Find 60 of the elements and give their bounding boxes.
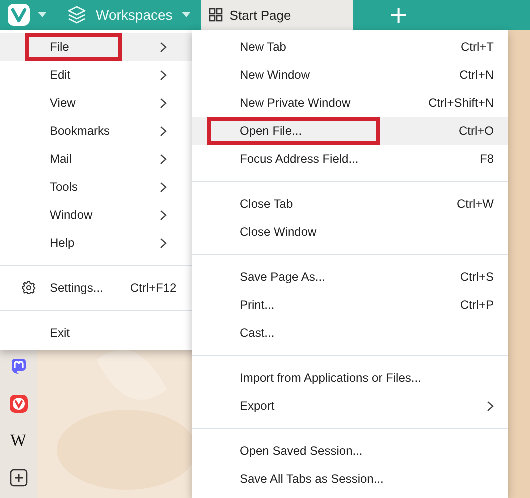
- menu-item[interactable]: Open File... Ctrl+O: [192, 117, 508, 145]
- panel-button[interactable]: W: [10, 432, 27, 450]
- menu-item[interactable]: Cast...: [192, 319, 508, 347]
- menu-item[interactable]: New Tab Ctrl+T: [192, 33, 508, 61]
- menu-label: View: [49, 96, 77, 110]
- menu-item[interactable]: Close Window: [192, 218, 508, 246]
- menu-label: Settings...: [49, 281, 104, 295]
- menu-label: Print...: [240, 298, 275, 312]
- browser-tab[interactable]: Start Page: [200, 0, 353, 30]
- menu-label: Save Page As...: [240, 270, 326, 284]
- menu-label: Bookmarks: [49, 124, 112, 138]
- shortcut-label: F8: [480, 152, 494, 166]
- menu-item[interactable]: File: [0, 33, 192, 61]
- menu-item[interactable]: Close Tab Ctrl+W: [192, 190, 508, 218]
- shortcut-label: Ctrl+N: [460, 68, 494, 82]
- menu-label: New Private Window: [240, 96, 351, 110]
- menu-item[interactable]: Open Saved Session...: [192, 437, 508, 465]
- menu-label: File: [49, 40, 70, 54]
- menu-item[interactable]: New Window Ctrl+N: [192, 61, 508, 89]
- shortcut-label: Ctrl+W: [457, 197, 494, 211]
- shortcut-label: Ctrl+F12: [130, 281, 177, 295]
- menu-label: Open Saved Session...: [240, 444, 363, 458]
- menu-label: New Tab: [240, 40, 286, 54]
- menu-item[interactable]: Import from Applications or Files...: [192, 364, 508, 392]
- menu-item[interactable]: Export: [192, 392, 508, 420]
- shortcut-label: Ctrl+P: [460, 298, 494, 312]
- menu-item[interactable]: Exit: [0, 319, 192, 347]
- menu-label: Save All Tabs as Session...: [240, 472, 384, 486]
- tab-title: Start Page: [230, 8, 292, 22]
- menu-label: Help: [49, 236, 76, 250]
- menu-item[interactable]: Save Page As... Ctrl+S: [192, 263, 508, 291]
- menu-label: Edit: [49, 68, 72, 82]
- shortcut-label: Ctrl+O: [458, 124, 494, 138]
- menu-label: Open File...: [240, 124, 302, 138]
- menu-label: Close Tab: [240, 197, 294, 211]
- menu-item[interactable]: Mail: [0, 145, 192, 173]
- menu-item[interactable]: Edit: [0, 61, 192, 89]
- menu-label: Cast...: [240, 326, 275, 340]
- menu-label: Exit: [49, 326, 72, 340]
- menu-item[interactable]: New Private Window Ctrl+Shift+N: [192, 89, 508, 117]
- menu-item[interactable]: View: [0, 89, 192, 117]
- menu-label: Import from Applications or Files...: [240, 371, 422, 385]
- menu-label: Tools: [49, 180, 80, 194]
- shortcut-label: Ctrl+Shift+N: [428, 96, 494, 110]
- menu-item[interactable]: Focus Address Field... F8: [192, 145, 508, 173]
- menu-item[interactable]: Save All Tabs as Session...: [192, 465, 508, 493]
- menu-item[interactable]: Print... Ctrl+P: [192, 291, 508, 319]
- shortcut-label: Ctrl+T: [461, 40, 494, 54]
- menu-label: Mail: [49, 152, 74, 166]
- menu-item[interactable]: Window: [0, 201, 192, 229]
- menu-label: Focus Address Field...: [240, 152, 359, 166]
- menu-label: Close Window: [240, 225, 317, 239]
- menu-item[interactable]: Help: [0, 229, 192, 257]
- menu-item[interactable]: Settings... Ctrl+F12: [0, 274, 192, 302]
- menu-label: New Window: [240, 68, 310, 82]
- menu-item[interactable]: Tools: [0, 173, 192, 201]
- shortcut-label: Ctrl+S: [460, 270, 494, 284]
- menu-label: Window: [49, 208, 94, 222]
- menu-label: Export: [240, 399, 275, 413]
- menu-item[interactable]: Bookmarks: [0, 117, 192, 145]
